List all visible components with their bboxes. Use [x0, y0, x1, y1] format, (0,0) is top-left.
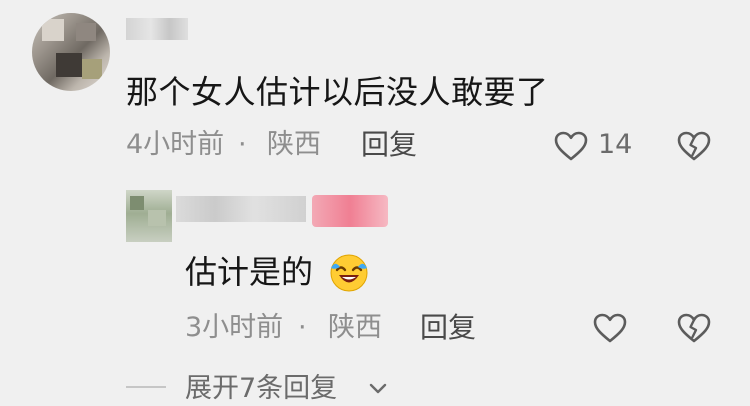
reply-time: 3小时前 [185, 312, 284, 343]
laughing-crying-emoji [330, 254, 368, 292]
comment-text: 那个女人估计以后没人敢要了 [126, 73, 549, 111]
like-count: 14 [598, 129, 633, 160]
expand-divider [126, 386, 166, 388]
expand-replies-button[interactable]: 展开7条回复 [185, 372, 337, 406]
heart-outline-icon[interactable] [553, 130, 589, 162]
comment-separator: · [238, 129, 247, 160]
replier-name-blurred[interactable] [176, 196, 306, 222]
replier-avatar[interactable] [126, 190, 172, 242]
broken-heart-icon[interactable] [676, 312, 712, 344]
chevron-down-icon[interactable] [368, 382, 388, 396]
commenter-name-blurred[interactable] [126, 18, 188, 40]
heart-outline-icon[interactable] [592, 312, 628, 344]
commenter-avatar[interactable] [32, 13, 110, 91]
reply-separator: · [298, 312, 307, 343]
comment-reply-button[interactable]: 回复 [361, 128, 417, 162]
reply-text: 估计是的 [185, 253, 314, 291]
broken-heart-icon[interactable] [676, 130, 712, 162]
reply-reply-button[interactable]: 回复 [420, 311, 476, 345]
replier-badge [312, 195, 388, 227]
comment-location: 陕西 [267, 129, 321, 160]
comment-time: 4小时前 [126, 129, 225, 160]
reply-location: 陕西 [328, 312, 382, 343]
